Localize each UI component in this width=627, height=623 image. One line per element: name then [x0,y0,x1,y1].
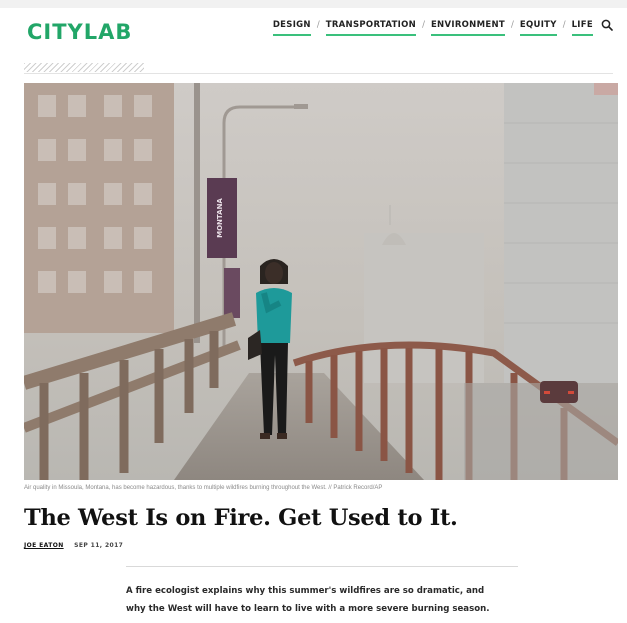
hero-image: MONTANA [24,83,618,480]
header-rule [24,73,613,74]
nav-item-environment[interactable]: ENVIRONMENT [430,20,505,36]
nav-separator: / [422,20,425,30]
nav-separator: / [562,20,566,30]
dek-line: why the West will have to learn to live … [126,604,490,614]
nav-item-transportation[interactable]: TRANSPORTATION [325,20,417,36]
nav-separator: / [510,20,514,30]
nav-separator: / [316,20,320,30]
article-headline: The West Is on Fire. Get Used to It. [24,505,458,531]
nav-item-life[interactable]: LIFE [571,20,593,36]
image-caption: Air quality in Missoula, Montana, has be… [24,485,383,491]
search-icon[interactable] [601,19,613,31]
nav-item-equity[interactable]: EQUITY [519,20,557,36]
top-strip [0,0,627,8]
article-dek: A fire ecologist explains why this summe… [126,582,526,618]
banner-text: MONTANA [216,198,224,238]
author-link[interactable]: JOE EATON [24,542,64,549]
byline: JOE EATON SEP 11, 2017 [24,542,123,549]
main-nav: DESIGN / TRANSPORTATION / ENVIRONMENT / … [272,19,613,36]
hatch-divider [24,63,144,72]
dek-rule [126,566,518,567]
publish-date: SEP 11, 2017 [74,542,124,549]
dek-line: A fire ecologist explains why this summe… [126,586,485,596]
nav-item-design[interactable]: DESIGN [272,20,311,36]
site-logo[interactable]: CITYLAB [27,20,132,44]
